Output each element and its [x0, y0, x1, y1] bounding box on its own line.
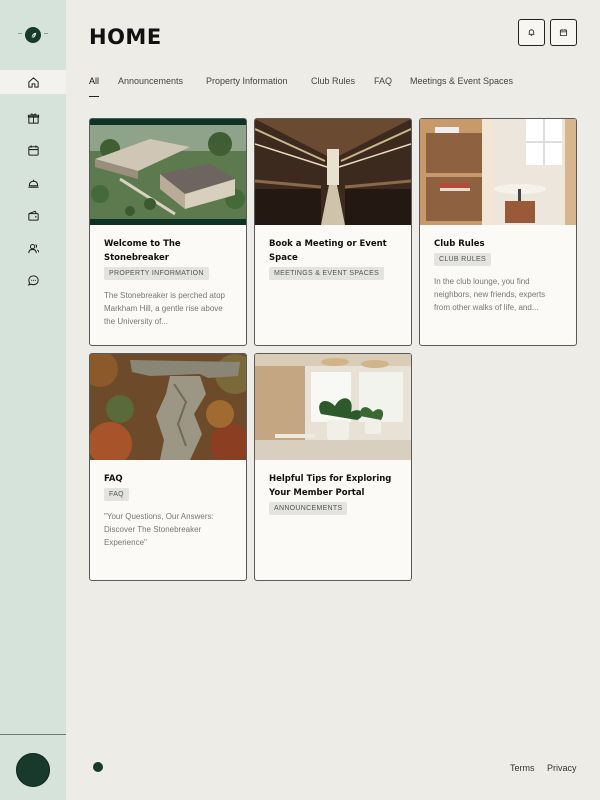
- footer-logo-icon: [93, 762, 103, 772]
- card-excerpt: The Stonebreaker is perched atop Markham…: [104, 291, 225, 326]
- card-title: Book a Meeting or Event Space: [269, 239, 387, 263]
- card-club-rules[interactable]: Club Rules CLUB RULES In the club lounge…: [419, 118, 577, 346]
- tab-meetings-event-spaces[interactable]: Meetings & Event Spaces: [410, 76, 513, 86]
- tab-club-rules[interactable]: Club Rules: [311, 76, 355, 86]
- bell-icon: [528, 29, 535, 36]
- chat-icon: [27, 275, 39, 287]
- tab-all[interactable]: All: [89, 76, 99, 86]
- sidebar-item-billing[interactable]: [0, 200, 66, 233]
- card-title: FAQ: [104, 474, 123, 484]
- card-title: Welcome to The Stonebreaker: [104, 239, 181, 263]
- logo-dash: [18, 33, 22, 34]
- terms-link[interactable]: Terms: [510, 763, 535, 773]
- tab-announcements[interactable]: Announcements: [118, 76, 183, 86]
- calendar-icon: [559, 29, 568, 37]
- card-image-aerial-property: [90, 119, 246, 225]
- members-icon: [27, 243, 39, 253]
- category-tag: FAQ: [104, 488, 129, 501]
- notifications-button[interactable]: [518, 19, 545, 46]
- sidebar-divider: [0, 734, 66, 735]
- card-excerpt: "Your Questions, Our Answers: Discover T…: [104, 512, 214, 547]
- tab-property-information[interactable]: Property Information: [206, 76, 288, 86]
- active-tab-indicator: [89, 96, 99, 97]
- calendar-button[interactable]: [550, 19, 577, 46]
- card-image-lounge: [420, 119, 576, 225]
- card-excerpt: In the club lounge, you find neighbors, …: [434, 277, 546, 312]
- tab-faq[interactable]: FAQ: [374, 76, 392, 86]
- card-image-barn-event: [255, 119, 411, 225]
- gift-icon: [27, 113, 39, 124]
- sidebar-item-members[interactable]: [0, 232, 66, 265]
- leaf-logo-icon: [25, 27, 41, 43]
- sidebar-item-events[interactable]: [0, 135, 66, 168]
- sidebar-item-messages[interactable]: [0, 265, 66, 298]
- calendar-icon: [27, 145, 39, 156]
- card-welcome[interactable]: Welcome to The Stonebreaker PROPERTY INF…: [89, 118, 247, 346]
- category-tag: CLUB RULES: [434, 253, 491, 266]
- sidebar-item-perks[interactable]: [0, 102, 66, 135]
- sidebar: [0, 0, 66, 800]
- card-book-meeting[interactable]: Book a Meeting or Event Space MEETINGS &…: [254, 118, 412, 346]
- home-icon: [27, 76, 39, 88]
- avatar[interactable]: [16, 753, 50, 787]
- sidebar-item-home[interactable]: [0, 70, 66, 94]
- category-tag: MEETINGS & EVENT SPACES: [269, 267, 385, 280]
- logo-dash: [44, 33, 48, 34]
- card-title: Club Rules: [434, 239, 485, 249]
- category-tag: ANNOUNCEMENTS: [269, 502, 348, 515]
- card-image-cafe-plant: [255, 354, 411, 460]
- privacy-link[interactable]: Privacy: [547, 763, 577, 773]
- sidebar-nav: [0, 70, 66, 297]
- dining-bell-icon: [27, 179, 39, 188]
- page-title: HOME: [89, 25, 162, 49]
- card-title: Helpful Tips for Exploring Your Member P…: [269, 474, 392, 498]
- category-tag: PROPERTY INFORMATION: [104, 267, 209, 280]
- card-image-rock-formation: [90, 354, 246, 460]
- sidebar-item-dining[interactable]: [0, 167, 66, 200]
- card-faq[interactable]: FAQ FAQ "Your Questions, Our Answers: Di…: [89, 353, 247, 581]
- brand-logo[interactable]: [0, 0, 66, 70]
- card-helpful-tips[interactable]: Helpful Tips for Exploring Your Member P…: [254, 353, 412, 581]
- wallet-icon: [27, 210, 39, 221]
